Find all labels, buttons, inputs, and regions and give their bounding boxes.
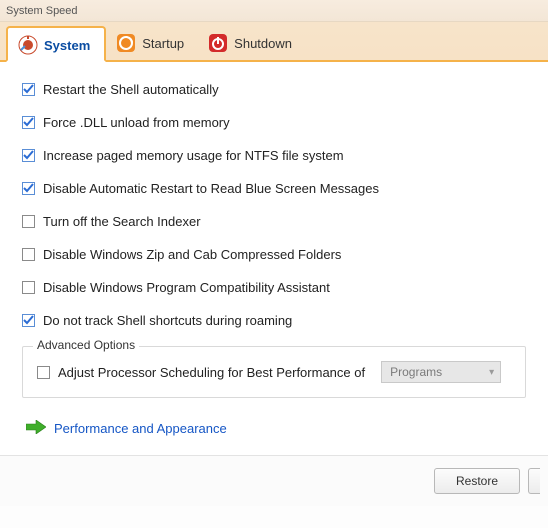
tab-system[interactable]: System xyxy=(6,26,106,62)
option-label: Adjust Processor Scheduling for Best Per… xyxy=(58,365,365,380)
system-icon xyxy=(18,35,38,55)
option-restart-shell[interactable]: Restart the Shell automatically xyxy=(22,82,526,97)
checkbox[interactable] xyxy=(22,83,35,96)
option-label: Disable Automatic Restart to Read Blue S… xyxy=(43,181,379,196)
next-button-partial[interactable] xyxy=(528,468,540,494)
option-search-indexer[interactable]: Turn off the Search Indexer xyxy=(22,214,526,229)
select-value: Programs xyxy=(390,365,442,379)
checkbox[interactable] xyxy=(22,281,35,294)
option-zip-cab[interactable]: Disable Windows Zip and Cab Compressed F… xyxy=(22,247,526,262)
checkbox[interactable] xyxy=(37,366,50,379)
checkbox[interactable] xyxy=(22,215,35,228)
window-title: System Speed xyxy=(6,5,78,17)
option-label: Do not track Shell shortcuts during roam… xyxy=(43,313,292,328)
performance-appearance-link-row: Performance and Appearance xyxy=(26,420,526,437)
option-label: Restart the Shell automatically xyxy=(43,82,219,97)
option-disable-restart[interactable]: Disable Automatic Restart to Read Blue S… xyxy=(22,181,526,196)
checkbox[interactable] xyxy=(22,314,35,327)
option-adjust-scheduling[interactable]: Adjust Processor Scheduling for Best Per… xyxy=(37,361,511,383)
tab-shutdown[interactable]: Shutdown xyxy=(198,24,306,60)
performance-appearance-link[interactable]: Performance and Appearance xyxy=(54,421,227,436)
title-bar: System Speed xyxy=(0,0,548,22)
option-label: Turn off the Search Indexer xyxy=(43,214,201,229)
tab-startup[interactable]: Startup xyxy=(106,24,198,60)
checkbox[interactable] xyxy=(22,149,35,162)
option-label: Disable Windows Zip and Cab Compressed F… xyxy=(43,247,341,262)
tab-content-system: Restart the Shell automatically Force .D… xyxy=(0,62,548,455)
group-legend: Advanced Options xyxy=(33,338,139,352)
option-compat-assist[interactable]: Disable Windows Program Compatibility As… xyxy=(22,280,526,295)
shutdown-icon xyxy=(208,33,228,53)
tab-label: Shutdown xyxy=(234,36,292,51)
option-label: Increase paged memory usage for NTFS fil… xyxy=(43,148,344,163)
tab-strip: System Startup Shutdown xyxy=(0,22,548,62)
option-force-dll[interactable]: Force .DLL unload from memory xyxy=(22,115,526,130)
startup-icon xyxy=(116,33,136,53)
checkbox[interactable] xyxy=(22,248,35,261)
scheduling-select[interactable]: Programs ▾ xyxy=(381,361,501,383)
option-no-track-roaming[interactable]: Do not track Shell shortcuts during roam… xyxy=(22,313,526,328)
restore-button[interactable]: Restore xyxy=(434,468,520,494)
option-label: Disable Windows Program Compatibility As… xyxy=(43,280,330,295)
footer-bar: Restore xyxy=(0,455,548,506)
advanced-options-group: Advanced Options Adjust Processor Schedu… xyxy=(22,346,526,398)
chevron-down-icon: ▾ xyxy=(489,367,494,378)
option-paged-memory[interactable]: Increase paged memory usage for NTFS fil… xyxy=(22,148,526,163)
checkbox[interactable] xyxy=(22,182,35,195)
tab-label: System xyxy=(44,38,90,53)
arrow-right-icon xyxy=(26,420,46,437)
option-label: Force .DLL unload from memory xyxy=(43,115,230,130)
tab-label: Startup xyxy=(142,36,184,51)
checkbox[interactable] xyxy=(22,116,35,129)
